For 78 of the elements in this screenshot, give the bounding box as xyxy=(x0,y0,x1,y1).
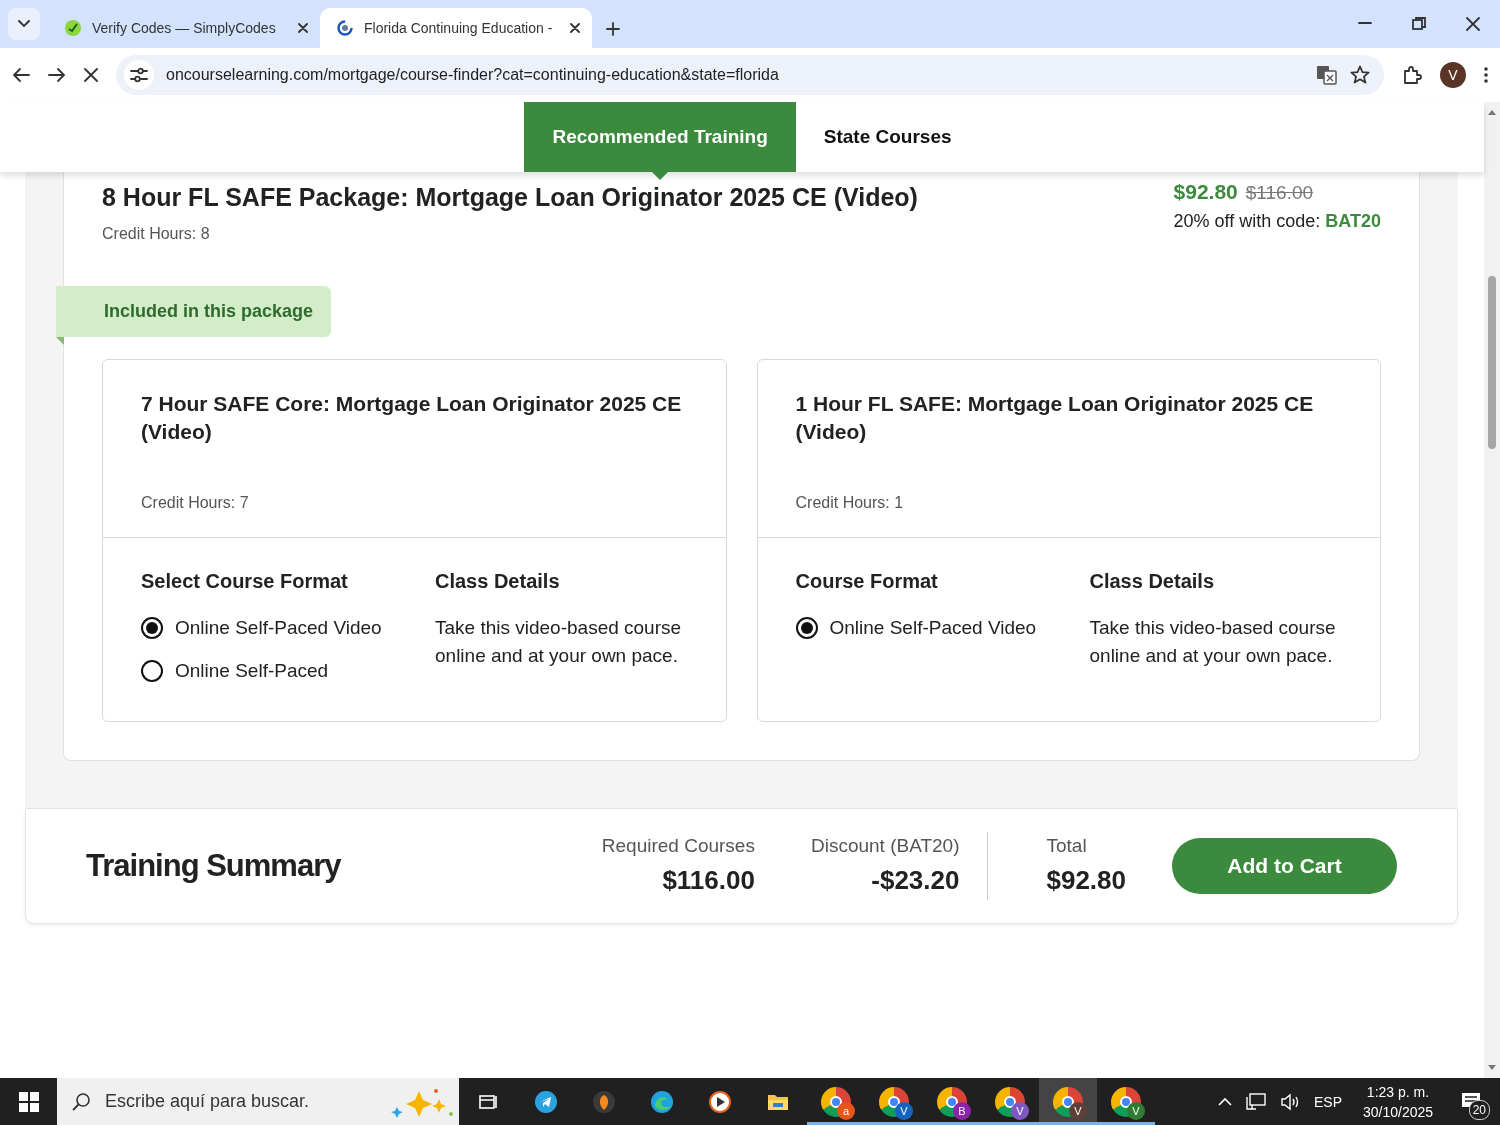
summary-value: -$23.20 xyxy=(870,863,960,897)
back-icon[interactable] xyxy=(12,67,30,83)
radio-button[interactable] xyxy=(141,617,163,640)
course-title: 1 Hour FL SAFE: Mortgage Loan Originator 2025 CE (Video) xyxy=(795,391,1315,445)
profile-avatar[interactable]: V xyxy=(1440,62,1466,88)
original-price: $116.00 xyxy=(1245,181,1314,205)
loading-icon xyxy=(336,19,354,37)
course-title: 7 Hour SAFE Core: Mortgage Loan Originator 2025 CE (Video) xyxy=(141,391,683,445)
scroll-down-icon[interactable] xyxy=(1487,1064,1497,1072)
radio-button[interactable] xyxy=(795,617,818,640)
language-indicator[interactable]: ESP xyxy=(1314,1091,1342,1112)
details-heading: Class Details xyxy=(435,569,561,594)
more-menu-icon[interactable] xyxy=(1484,66,1488,84)
radio-button[interactable] xyxy=(141,659,163,682)
scrollbar-thumb[interactable] xyxy=(1488,276,1496,449)
page-tab[interactable]: Recommended Training xyxy=(524,102,796,172)
details-text: Take this video-based course online and at your own pace. xyxy=(1089,616,1337,668)
format-heading: Select Course Format xyxy=(141,569,349,594)
close-icon xyxy=(298,23,308,33)
new-tab-icon[interactable] xyxy=(606,22,620,36)
format-option[interactable]: Online Self-Paced Video xyxy=(141,614,382,643)
address-bar[interactable]: oncourselearning.com/mortgage/course-finder?cat=continuing-education&state=florida xyxy=(116,55,1384,95)
taskbar-app[interactable]: V xyxy=(981,1078,1039,1125)
credit-hours: Credit Hours: 7 xyxy=(141,493,250,513)
credit-hours: Credit Hours: 8 xyxy=(102,224,211,244)
close-icon xyxy=(570,23,580,33)
notifications-button[interactable]: 20 xyxy=(1454,1081,1490,1122)
page-tab[interactable]: State Courses xyxy=(795,102,980,172)
scrollbar[interactable] xyxy=(1484,102,1500,1078)
play-icon xyxy=(709,1090,731,1113)
close-icon[interactable] xyxy=(1466,17,1480,31)
ribbon-fold xyxy=(56,337,64,345)
format-option[interactable]: Online Self-Paced xyxy=(141,656,329,685)
details-heading: Class Details xyxy=(1089,569,1215,594)
summary-value: $116.00 xyxy=(661,863,755,897)
format-heading: Course Format xyxy=(795,569,939,594)
credit-hours: Credit Hours: 1 xyxy=(795,493,905,513)
fruit-icon xyxy=(593,1090,615,1113)
network-icon[interactable] xyxy=(1246,1092,1266,1111)
site-settings-icon[interactable] xyxy=(130,67,148,83)
clock[interactable]: 1:23 p. m. 30/10/2025 xyxy=(1356,1081,1440,1122)
stop-icon[interactable] xyxy=(84,68,98,82)
volume-icon[interactable] xyxy=(1280,1092,1300,1111)
taskbar-app[interactable]: V xyxy=(865,1078,923,1125)
browser-tab[interactable]: Florida Continuing Education - xyxy=(320,8,592,48)
translate-icon[interactable] xyxy=(1316,65,1338,85)
edge-icon xyxy=(651,1090,673,1113)
package-title: 8 Hour FL SAFE Package: Mortgage Loan Originator 2025 CE (Video) xyxy=(102,182,918,212)
summary-value: $92.80 xyxy=(1046,863,1126,897)
format-option[interactable]: Online Self-Paced Video xyxy=(795,614,1037,643)
tab-list-button[interactable] xyxy=(8,8,40,40)
check-icon xyxy=(64,19,82,37)
search-icon xyxy=(71,1091,91,1112)
taskbar-app[interactable]: a xyxy=(807,1078,865,1125)
telegram-icon xyxy=(535,1090,557,1113)
summary-label: Discount (BAT20) xyxy=(810,834,960,859)
details-text: Take this video-based course online and at your own pace. xyxy=(435,616,683,668)
scroll-up-icon[interactable] xyxy=(1487,108,1497,116)
taskbar-app[interactable]: V xyxy=(1097,1078,1155,1125)
summary-title: Training Summary xyxy=(86,847,342,885)
taskbar-app[interactable]: V xyxy=(1039,1078,1097,1125)
taskbar-app[interactable]: B xyxy=(923,1078,981,1125)
sale-price: $92.80 xyxy=(1173,179,1238,205)
taskbar-search[interactable]: Escribe aquí para buscar. xyxy=(57,1078,459,1125)
forward-icon[interactable] xyxy=(48,67,66,83)
discount-text: 20% off with code: BAT20 xyxy=(1173,209,1381,233)
restore-icon[interactable] xyxy=(1412,17,1426,31)
puzzle-icon[interactable] xyxy=(1402,65,1422,85)
browser-tab[interactable]: Verify Codes — SimplyCodes xyxy=(48,8,320,48)
tab-pointer xyxy=(652,172,669,180)
summary-label: Total xyxy=(1046,834,1088,859)
chevron-down-icon xyxy=(18,20,30,28)
star-icon[interactable] xyxy=(1350,65,1370,85)
summary-label: Required Courses xyxy=(601,834,755,859)
chevron-up-icon[interactable] xyxy=(1218,1097,1232,1106)
add-to-cart-button[interactable]: Add to Cart xyxy=(1172,838,1397,894)
package-label: Included in this package xyxy=(56,286,332,337)
windows-start-icon[interactable] xyxy=(18,1091,39,1112)
